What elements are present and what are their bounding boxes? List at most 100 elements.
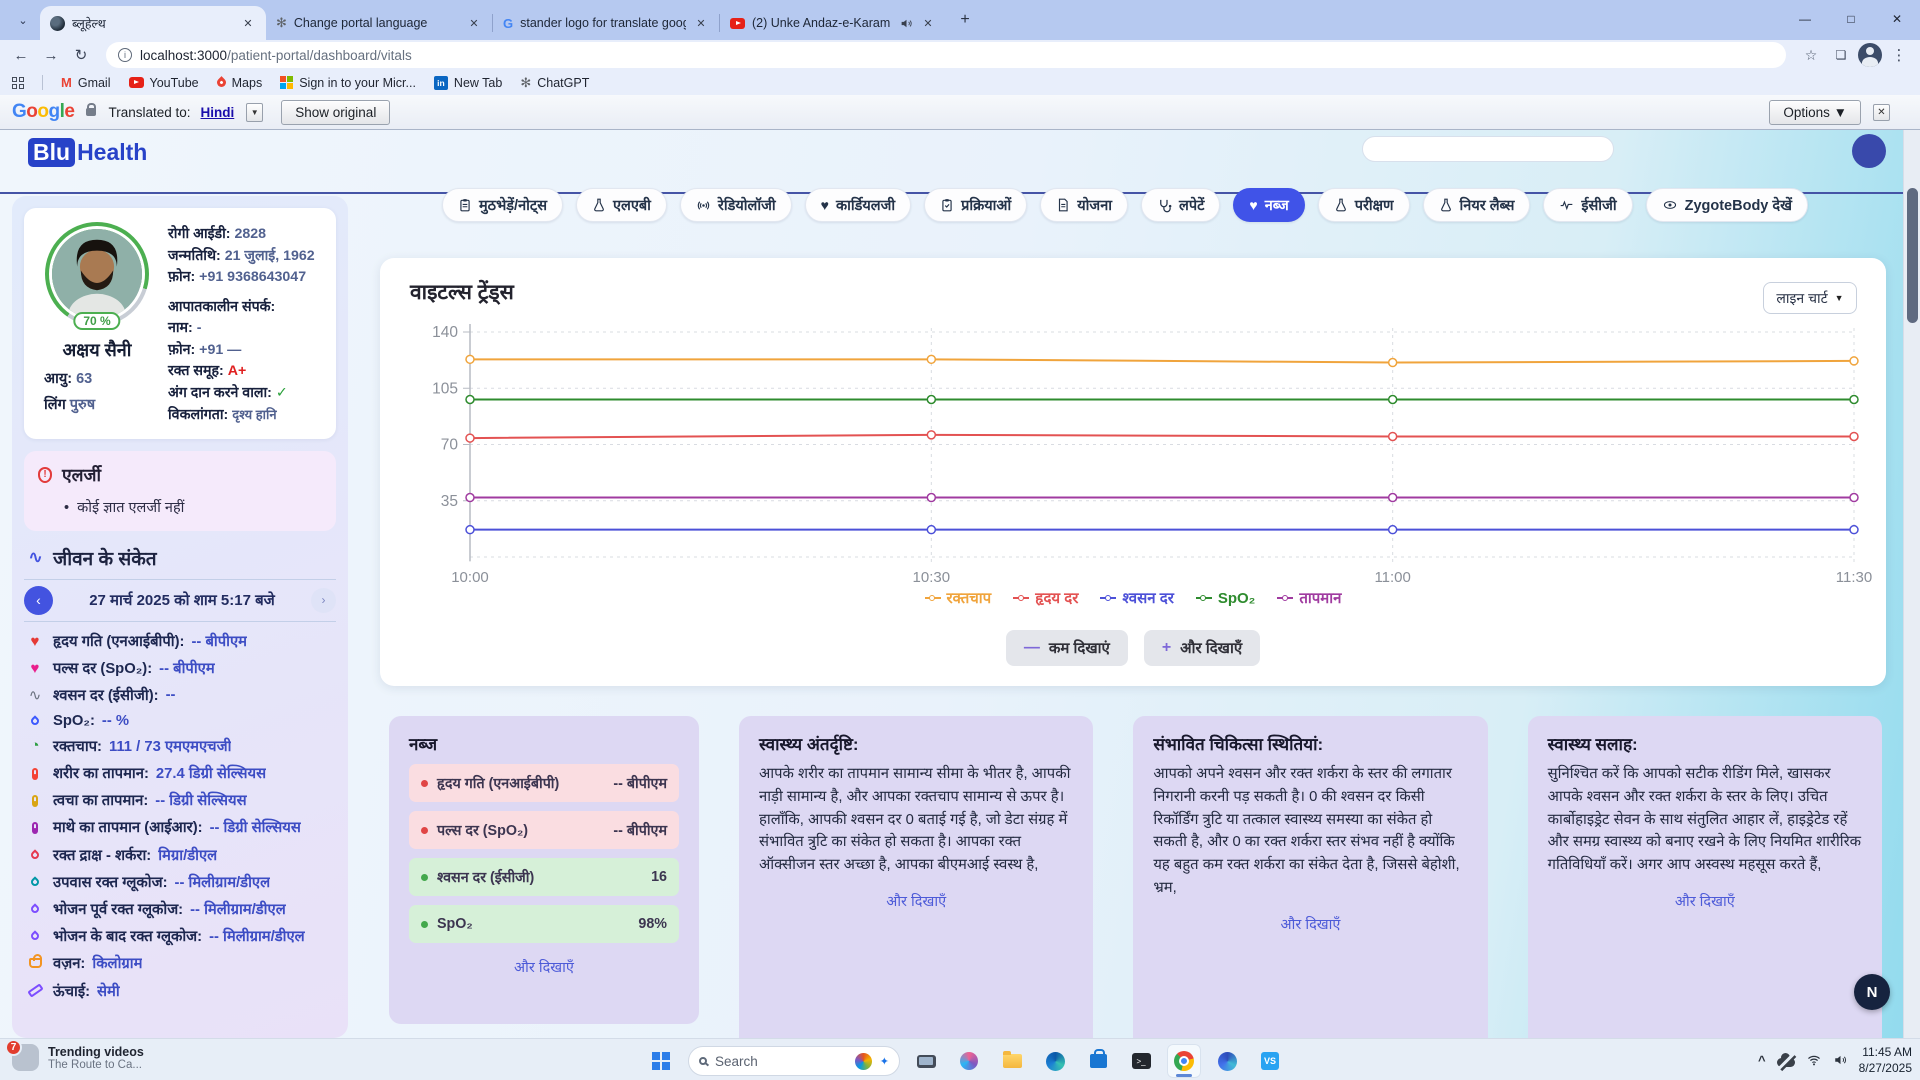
lock-icon [86, 108, 96, 116]
taskbar-clock[interactable]: 11:45 AM 8/27/2025 [1859, 1044, 1912, 1076]
pill-lab[interactable]: एलएबी [576, 188, 667, 222]
options-button[interactable]: Options ▼ [1769, 100, 1861, 125]
tab-change-portal-language[interactable]: ✻ Change portal language ✕ [266, 6, 492, 40]
google-translate-bar: Google Translated to: Hindi ▼ Show origi… [0, 95, 1920, 130]
legend-item[interactable]: SpO₂ [1196, 588, 1256, 608]
legend-item[interactable]: श्वसन दर [1100, 588, 1173, 608]
taskbar-app-vscode[interactable]: VS [1253, 1044, 1287, 1078]
browser-toolbar: ← → ↻ i localhost:3000/patient-portal/da… [0, 40, 1920, 70]
apps-grid-icon[interactable] [12, 77, 24, 89]
pill-tests[interactable]: परीक्षण [1318, 188, 1410, 222]
taskbar-app-chrome[interactable] [1167, 1044, 1201, 1078]
show-more-button[interactable]: +और दिखाएँ [1144, 630, 1260, 666]
bookmark-microsoft[interactable]: Sign in to your Micr... [280, 76, 416, 90]
show-more-link[interactable]: और दिखाएँ [409, 957, 679, 977]
translate-close-icon[interactable]: ✕ [1873, 104, 1890, 121]
status-dot [421, 921, 428, 928]
pill-cardiology[interactable]: ♥कार्डियलजी [805, 188, 911, 222]
pill-plan[interactable]: योजना [1040, 188, 1128, 222]
back-button[interactable]: ← [8, 42, 34, 68]
taskbar-search[interactable]: Search ✦ [688, 1046, 900, 1076]
taskbar-app-file-explorer[interactable] [995, 1044, 1029, 1078]
droplet-icon [24, 717, 46, 725]
language-link[interactable]: Hindi [201, 105, 235, 120]
minimize-button[interactable]: — [1782, 0, 1828, 38]
volume-icon[interactable] [1833, 1053, 1848, 1067]
status-dot [421, 874, 428, 881]
pill-procedures[interactable]: प्रक्रियाओं [924, 188, 1027, 222]
emergency-name: - [197, 320, 202, 336]
show-more-link[interactable]: और दिखाएँ [1548, 891, 1862, 911]
forward-button[interactable]: → [38, 42, 64, 68]
prev-date-button[interactable]: ‹ [24, 586, 53, 615]
pill-zygotebody[interactable]: ZygoteBody देखें [1646, 188, 1808, 222]
show-less-button[interactable]: —कम दिखाएं [1006, 630, 1128, 666]
address-bar[interactable]: i localhost:3000/patient-portal/dashboar… [106, 42, 1786, 68]
start-button[interactable] [645, 1044, 679, 1078]
card-body: आपको अपने श्वसन और रक्त शर्करा के स्तर क… [1153, 763, 1467, 900]
taskbar-app-store[interactable] [1081, 1044, 1115, 1078]
taskbar-notification[interactable]: 7 Trending videos The Route to Ca... [12, 1044, 144, 1071]
maximize-button[interactable]: □ [1828, 0, 1874, 38]
taskbar-app-copilot[interactable] [952, 1044, 986, 1078]
tab-close-icon[interactable]: ✕ [693, 15, 709, 31]
taskbar-app-edge-beta[interactable] [1210, 1044, 1244, 1078]
tab-close-icon[interactable]: ✕ [466, 15, 482, 31]
bookmark-gmail[interactable]: MGmail [61, 75, 111, 90]
tray-chevron-icon[interactable]: ^ [1758, 1053, 1766, 1068]
tab-audio-icon[interactable] [900, 17, 913, 30]
taskbar-app-taskview[interactable] [909, 1044, 943, 1078]
reload-button[interactable]: ↻ [68, 42, 94, 68]
patient-card: 70 % अक्षय सैनी आयु: 63 लिंग पुरुष रोगी … [24, 208, 336, 439]
language-dropdown-icon[interactable]: ▼ [246, 103, 263, 122]
scrollbar[interactable] [1903, 130, 1920, 1038]
search-icon [699, 1057, 707, 1065]
bookmark-chatgpt[interactable]: ✻ChatGPT [520, 75, 589, 91]
pill-radiology[interactable]: रेडियोलॉजी [680, 188, 792, 222]
taskbar-app-terminal[interactable]: >_ [1124, 1044, 1158, 1078]
gender-value: पुरुष [70, 397, 95, 413]
close-button[interactable]: ✕ [1874, 0, 1920, 38]
pill-vitals[interactable]: ♥नब्ज [1233, 188, 1304, 222]
bookmark-star-icon[interactable]: ☆ [1798, 42, 1824, 68]
pill-wraps[interactable]: लपेटें [1141, 188, 1220, 222]
menu-kebab-icon[interactable]: ⋮ [1886, 42, 1912, 68]
legend-item[interactable]: हृदय दर [1013, 588, 1078, 608]
show-more-link[interactable]: और दिखाएँ [759, 891, 1073, 911]
show-more-link[interactable]: और दिखाएँ [1153, 914, 1467, 934]
bookmark-maps[interactable]: Maps [217, 76, 263, 90]
profile-avatar[interactable] [1858, 43, 1882, 67]
next-date-button[interactable]: › [311, 588, 336, 613]
patient-photo [49, 226, 145, 322]
new-tab-button[interactable]: + [952, 7, 978, 33]
tab-google-search[interactable]: G stander logo for translate goog ✕ [493, 6, 719, 40]
bookmark-youtube[interactable]: YouTube [129, 76, 199, 90]
site-info-icon[interactable]: i [118, 48, 132, 62]
summary-cards: नब्ज हृदय गति (एनआईबीपी)-- बीपीएम पल्स द… [389, 716, 1882, 1038]
bookmark-linkedin[interactable]: inNew Tab [434, 76, 502, 90]
vitals-title: जीवन के संकेत [53, 545, 157, 571]
tab-bluhealth[interactable]: ब्लूहेल्थ ✕ [40, 6, 266, 40]
legend-item[interactable]: रक्तचाप [925, 588, 992, 608]
header-search-input[interactable] [1362, 136, 1614, 162]
screen: ⌄ ब्लूहेल्थ ✕ ✻ Change portal language ✕… [0, 0, 1920, 1080]
tab-close-icon[interactable]: ✕ [240, 15, 256, 31]
show-original-button[interactable]: Show original [281, 100, 390, 125]
legend-item[interactable]: तापमान [1277, 588, 1341, 608]
floating-chat-button[interactable]: N [1854, 974, 1890, 1010]
tab-close-icon[interactable]: ✕ [920, 15, 936, 31]
site-logo[interactable]: Blu Health [28, 138, 147, 167]
summary-row-spo2: SpO₂98% [409, 905, 679, 943]
wifi-icon[interactable] [1806, 1053, 1822, 1067]
pill-encounters-notes[interactable]: मुठभेड़ें/नोट्स [442, 188, 563, 222]
vital-row-fasting-glucose: उपवास रक्त ग्लूकोज:-- मिलीग्राम/डीएल [24, 868, 336, 895]
scrollbar-thumb[interactable] [1907, 188, 1918, 323]
pill-ecg[interactable]: ईसीजी [1543, 188, 1632, 222]
onedrive-paused-icon[interactable] [1777, 1058, 1795, 1067]
header-avatar[interactable] [1852, 134, 1886, 168]
pill-near-labs[interactable]: नियर लैब्स [1423, 188, 1531, 222]
tab-youtube[interactable]: (2) Unke Andaz-e-Karam U ✕ [720, 6, 946, 40]
tab-search-icon[interactable]: ⌄ [10, 7, 36, 33]
taskbar-app-edge[interactable] [1038, 1044, 1072, 1078]
side-panel-icon[interactable]: ❏ [1828, 42, 1854, 68]
